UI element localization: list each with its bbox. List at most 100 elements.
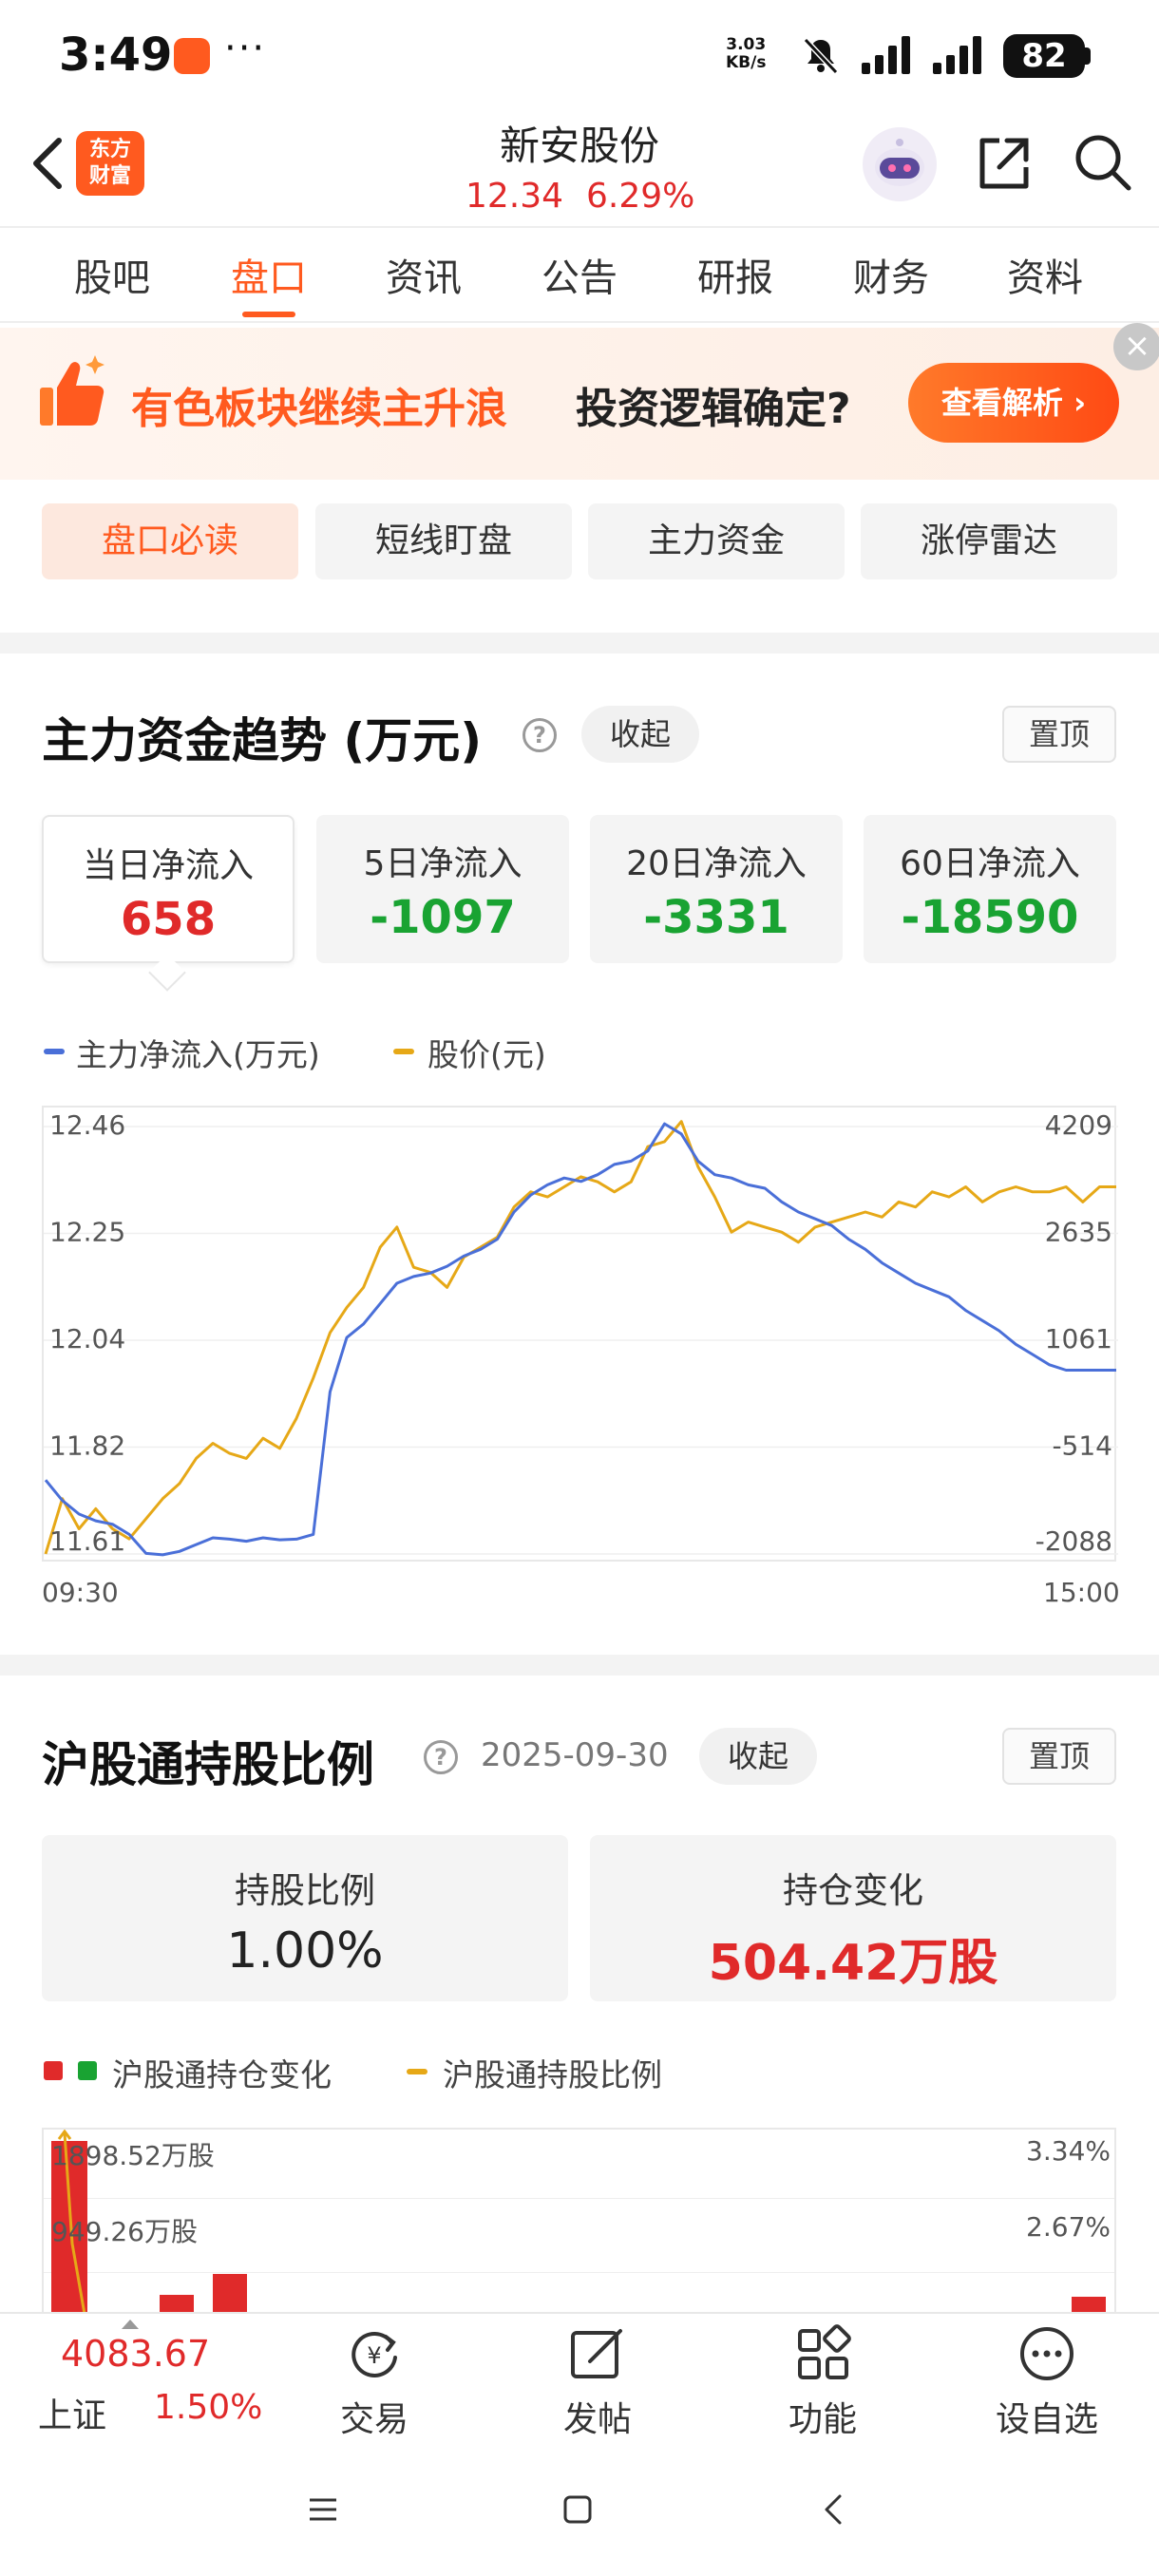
grid-line [44,2272,1114,2273]
nav-trade[interactable]: ¥ 交易 [308,2323,441,2441]
status-bar: 3:49 ··· 3.03 KB/s 82 [0,0,1159,114]
home-icon[interactable] [560,2492,595,2527]
legend-price: 股价(元) [428,1036,546,1073]
view-analysis-button[interactable]: 查看解析 › [908,363,1119,443]
legend-flow: 主力净流入(万元) [76,1036,320,1073]
legend-swatch-price [393,1049,414,1054]
hk-connect-date: 2025-09-30 [481,1736,669,1774]
y-axis-tick-left: 12.04 [49,1323,125,1354]
y-axis-tick-right: 4209 [1045,1109,1112,1141]
pin-top-button[interactable]: 置顶 [1002,1728,1116,1785]
x-axis-end: 15:00 [1043,1577,1120,1608]
flow-card-value: -1097 [370,891,516,944]
search-icon[interactable] [1072,131,1134,194]
index-value[interactable]: 4083.67 [61,2333,210,2375]
y-axis-tick-left: 949.26万股 [51,2216,198,2247]
nav-add-watchlist[interactable]: 设自选 [980,2323,1113,2441]
net-speed-unit: KB/s [726,53,767,72]
flow-card-value: -18590 [901,891,1079,944]
holding-change-label: 持仓变化 [783,1870,923,1911]
tab-profile[interactable]: 资料 [988,247,1102,302]
subtab-short-term[interactable]: 短线盯盘 [315,503,572,579]
legend-swatch-green [78,2061,97,2080]
ai-assistant-avatar[interactable] [863,127,937,201]
subtab-must-read[interactable]: 盘口必读 [42,503,298,579]
nav-label: 设自选 [995,2400,1098,2439]
nav-label: 功能 [788,2400,857,2439]
eastmoney-logo[interactable]: 东方 财富 [76,131,144,196]
grid-line [44,2198,1114,2199]
grid-apps-icon [798,2324,851,2379]
back-nav-icon[interactable] [817,2492,851,2527]
fund-trend-title: 主力资金趋势 (万元) [42,713,483,768]
y-axis-tick-left: 1898.52万股 [51,2140,215,2171]
stock-name: 新安股份 [499,123,659,169]
y-axis-tick-left: 11.82 [49,1430,125,1462]
y-axis-tick-right: -514 [1052,1430,1112,1462]
holding-ratio-label: 持股比例 [235,1870,375,1911]
legend-swatch-flow [44,1049,65,1054]
collapse-button[interactable]: 收起 [699,1728,817,1785]
stock-price: 12.34 [466,177,564,216]
logo-text-bottom: 财富 [88,164,131,188]
thumbs-up-icon [40,355,104,426]
tab-news[interactable]: 资讯 [367,247,481,302]
hk-connect-title: 沪股通持股比例 [42,1737,374,1792]
flow-card-value: 658 [120,893,217,946]
nav-post[interactable]: 发帖 [531,2323,664,2441]
tab-guba[interactable]: 股吧 [55,247,169,302]
y-axis-tick-right: 1061 [1045,1323,1112,1354]
pin-top-button[interactable]: 置顶 [1002,706,1116,763]
banner-headline: 有色板块继续主升浪 [131,385,507,433]
signal-icon [933,36,981,74]
close-banner-icon[interactable]: × [1113,323,1159,370]
share-icon[interactable] [973,133,1034,194]
collapse-button[interactable]: 收起 [581,706,699,763]
flow-card-today[interactable]: 当日净流入 658 [42,815,294,963]
nav-label: 发帖 [562,2400,632,2439]
help-icon[interactable]: ? [522,718,557,752]
battery-cap [1083,47,1091,65]
logo-text-top: 东方 [88,138,131,161]
index-pct[interactable]: 1.50% [154,2388,262,2427]
y-axis-tick-left: 12.25 [49,1217,125,1248]
fund-flow-series-line [44,1122,1116,1557]
more-options-icon [1020,2327,1074,2380]
battery-icon: 82 [1003,34,1085,78]
legend-swatch-ratio [407,2069,428,2074]
y-axis-tick-right: 2635 [1045,1217,1112,1248]
back-arrow-icon[interactable] [27,133,68,194]
help-icon[interactable]: ? [424,1740,458,1774]
flow-card-label: 当日净流入 [82,846,254,885]
tab-pankou[interactable]: 盘口 [212,247,326,302]
y-axis-tick-right: 2.67% [1026,2211,1111,2243]
flow-card-label: 5日净流入 [363,844,522,883]
banner-question: 投资逻辑确定? [576,385,851,433]
menu-icon[interactable] [306,2492,340,2527]
active-tab-indicator [242,312,295,317]
price-series-line [44,1120,1116,1555]
notification-app-icon [174,38,210,74]
trade-icon: ¥ [352,2332,397,2377]
tab-finance[interactable]: 财务 [834,247,948,302]
subtab-limit-radar[interactable]: 涨停雷达 [861,503,1117,579]
index-expand-icon[interactable] [122,2320,139,2329]
index-name[interactable]: 上证 [38,2388,106,2437]
fund-trend-chart-svg: 12.46 12.25 12.04 11.82 11.61 4209 2635 1061 -51… [44,1109,1118,1557]
subtab-main-funds[interactable]: 主力资金 [588,503,845,579]
fund-trend-chart[interactable]: 12.46 12.25 12.04 11.82 11.61 4209 2635 1061 -51… [42,1106,1118,1562]
svg-text:¥: ¥ [367,2342,381,2369]
hk-connect-chart[interactable]: 1898.52万股 949.26万股 3.34% 2.67% [42,2128,1116,2318]
flow-card-60d[interactable]: 60日净流入 -18590 [864,815,1116,963]
flow-card-20d[interactable]: 20日净流入 -3331 [590,815,843,963]
tab-research[interactable]: 研报 [678,247,792,302]
flow-card-label: 60日净流入 [900,844,1080,883]
holding-ratio-card: 持股比例 1.00% [42,1835,568,2001]
tab-announcements[interactable]: 公告 [522,247,636,302]
legend-swatch-red [44,2061,63,2080]
compose-icon [571,2329,622,2378]
section-divider [0,1655,1159,1676]
flow-card-5d[interactable]: 5日净流入 -1097 [316,815,569,963]
y-axis-tick-right: -2088 [1036,1525,1112,1557]
nav-functions[interactable]: 功能 [756,2323,889,2441]
